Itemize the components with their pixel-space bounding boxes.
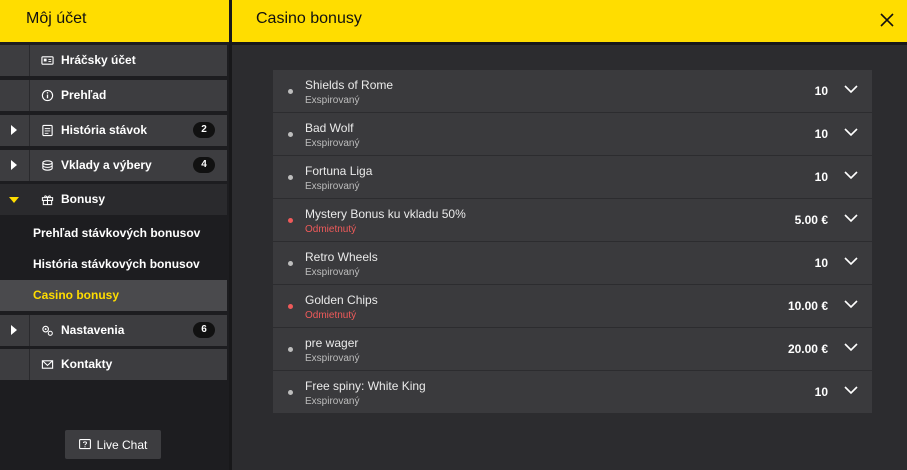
chevron-down-icon[interactable]	[844, 385, 858, 395]
bonus-name: Bad Wolf	[305, 121, 354, 135]
sidebar-item-overview[interactable]: Prehľad	[0, 80, 227, 111]
main-content: Shields of Rome Exspirovaný 10 Bad Wolf Exsp…	[232, 42, 907, 470]
status-dot	[288, 175, 293, 180]
info-icon	[41, 89, 54, 102]
divider	[29, 115, 30, 146]
bonus-status: Exspirovaný	[305, 181, 360, 192]
bonus-row[interactable]: Shields of Rome Exspirovaný 10	[273, 70, 872, 113]
bonus-list: Shields of Rome Exspirovaný 10 Bad Wolf Exsp…	[273, 70, 872, 414]
count-badge: 2	[193, 122, 215, 138]
bonus-amount: 10	[814, 385, 828, 399]
status-dot	[288, 89, 293, 94]
bonus-row[interactable]: Bad Wolf Exspirovaný 10	[273, 113, 872, 156]
bonus-status: Exspirovaný	[305, 138, 360, 149]
sidebar-subitem-casino-bonuses[interactable]: Casino bonusy	[0, 280, 227, 311]
caret-right-icon	[11, 325, 17, 335]
bonus-amount: 10.00 €	[787, 299, 828, 313]
divider	[29, 150, 30, 181]
caret-down-icon	[9, 197, 19, 203]
bonus-name: Fortuna Liga	[305, 164, 373, 178]
sidebar-item-bonuses[interactable]: Bonusy	[0, 184, 227, 215]
id-card-icon	[41, 56, 54, 65]
bonus-row[interactable]: Free spiny: White King Exspirovaný 10	[273, 371, 872, 414]
sidebar-item-label: História stávok	[61, 123, 148, 137]
bonus-row[interactable]: Mystery Bonus ku vkladu 50% Odmietnutý 5.0…	[273, 199, 872, 242]
bonus-row[interactable]: Fortuna Liga Exspirovaný 10	[273, 156, 872, 199]
bonus-amount: 10	[814, 256, 828, 270]
bonus-amount: 10	[814, 127, 828, 141]
count-badge: 4	[193, 157, 215, 173]
bonus-amount: 10	[814, 84, 828, 98]
page-title-bar: Casino bonusy	[232, 0, 907, 42]
bonus-amount: 10	[814, 170, 828, 184]
bonus-status: Exspirovaný	[305, 95, 360, 106]
sidebar-item-contacts[interactable]: Kontakty	[0, 349, 227, 380]
chevron-down-icon[interactable]	[844, 299, 858, 309]
sidebar-subitem-betting-bonus-history[interactable]: História stávkových bonusov	[0, 249, 227, 280]
sidebar: Hráčsky účet Prehľad História stávok 2 V…	[0, 42, 229, 470]
receipt-icon	[42, 124, 53, 137]
sidebar-item-player-account[interactable]: Hráčsky účet	[0, 45, 227, 76]
chat-question-icon	[78, 438, 91, 449]
bonus-status: Exspirovaný	[305, 267, 360, 278]
account-title: Môj účet	[0, 0, 229, 42]
bonus-row[interactable]: Retro Wheels Exspirovaný 10	[273, 242, 872, 285]
chevron-down-icon[interactable]	[844, 84, 858, 94]
divider	[29, 315, 30, 346]
sidebar-item-settings[interactable]: Nastavenia 6	[0, 315, 227, 346]
status-dot	[288, 132, 293, 137]
envelope-icon	[41, 360, 54, 369]
bonus-name: Free spiny: White King	[305, 379, 426, 393]
bonus-name: Retro Wheels	[305, 250, 378, 264]
bonus-row[interactable]: Golden Chips Odmietnutý 10.00 €	[273, 285, 872, 328]
caret-right-icon	[11, 160, 17, 170]
bonus-amount: 20.00 €	[787, 342, 828, 356]
bonus-name: Golden Chips	[305, 293, 378, 307]
chevron-down-icon[interactable]	[844, 127, 858, 137]
sidebar-item-bet-history[interactable]: História stávok 2	[0, 115, 227, 146]
sidebar-item-label: Prehľad	[61, 88, 107, 102]
bonus-status: Odmietnutý	[305, 310, 357, 321]
chevron-down-icon[interactable]	[844, 170, 858, 180]
divider	[29, 184, 30, 215]
sidebar-item-label: Hráčsky účet	[61, 53, 136, 67]
bonus-name: Mystery Bonus ku vkladu 50%	[305, 207, 466, 221]
live-chat-button[interactable]: Live Chat	[65, 430, 161, 459]
live-chat-label: Live Chat	[96, 437, 148, 452]
count-badge: 6	[193, 322, 215, 338]
status-dot	[288, 218, 293, 223]
coins-icon	[42, 160, 53, 171]
sidebar-item-label: Kontakty	[61, 357, 113, 371]
bonus-name: pre wager	[305, 336, 359, 350]
sidebar-item-label: Vklady a výbery	[61, 158, 152, 172]
bonus-name: Shields of Rome	[305, 78, 394, 92]
page-title: Casino bonusy	[256, 10, 362, 27]
divider	[29, 80, 30, 111]
bonus-status: Exspirovaný	[305, 396, 360, 407]
divider	[29, 349, 30, 380]
bonus-amount: 5.00 €	[794, 213, 828, 227]
bonus-status: Exspirovaný	[305, 353, 360, 364]
status-dot	[288, 261, 293, 266]
sidebar-item-label: Nastavenia	[61, 323, 125, 337]
chevron-down-icon[interactable]	[844, 213, 858, 223]
bonus-row[interactable]: pre wager Exspirovaný 20.00 €	[273, 328, 872, 371]
sidebar-subitem-betting-bonus-overview[interactable]: Prehľad stávkových bonusov	[0, 218, 227, 249]
divider	[29, 45, 30, 76]
caret-right-icon	[11, 125, 17, 135]
status-dot	[288, 304, 293, 309]
status-dot	[288, 390, 293, 395]
gift-icon	[41, 195, 54, 206]
chevron-down-icon[interactable]	[844, 342, 858, 352]
gears-icon	[42, 325, 53, 336]
close-icon[interactable]	[879, 12, 895, 28]
bonus-status: Odmietnutý	[305, 224, 357, 235]
status-dot	[288, 347, 293, 352]
sidebar-item-deposits-withdrawals[interactable]: Vklady a výbery 4	[0, 150, 227, 181]
sidebar-item-label: Bonusy	[61, 192, 106, 206]
chevron-down-icon[interactable]	[844, 256, 858, 266]
